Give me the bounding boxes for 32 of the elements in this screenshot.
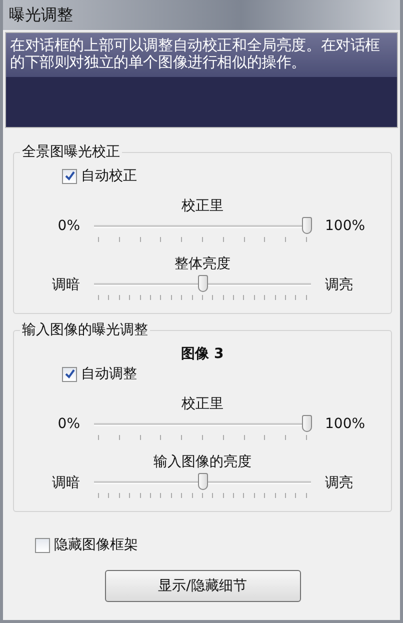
slider-label: 校正里 xyxy=(180,197,224,215)
slider-thumb[interactable] xyxy=(302,415,312,432)
slider-label: 输入图像的亮度 xyxy=(152,453,252,471)
slider-label: 校正里 xyxy=(180,395,224,413)
checkbox-label: 隐藏图像框架 xyxy=(54,536,138,554)
checkbox[interactable] xyxy=(62,168,77,184)
min-label: 调暗 xyxy=(51,474,81,492)
checkbox[interactable] xyxy=(62,366,77,382)
checkbox-label: 自动校正 xyxy=(81,167,137,185)
slider-track[interactable] xyxy=(94,415,311,441)
group-title: 输入图像的曝光调整 xyxy=(20,321,150,339)
max-label: 100% xyxy=(324,218,366,234)
slider-track[interactable] xyxy=(94,275,311,301)
group-title: 全景图曝光校正 xyxy=(20,143,122,161)
image-label: 图像 3 xyxy=(180,345,225,363)
min-label: 0% xyxy=(56,416,81,432)
max-label: 调亮 xyxy=(324,474,354,492)
description-text: 在对话框的上部可以调整自动校正和全局亮度。在对话框的下部则对独立的单个图像进行相似的操作。 xyxy=(6,33,397,77)
checkbox[interactable] xyxy=(35,538,50,552)
min-label: 调暗 xyxy=(51,276,81,294)
slider-label: 整体亮度 xyxy=(174,255,232,273)
slider-track[interactable] xyxy=(94,473,311,499)
checkbox-label: 自动调整 xyxy=(81,365,137,383)
slider-thumb[interactable] xyxy=(198,473,208,490)
details-button[interactable]: 显示/隐藏细节 xyxy=(104,570,300,602)
min-label: 0% xyxy=(56,218,81,234)
max-label: 调亮 xyxy=(324,276,354,294)
slider-thumb[interactable] xyxy=(302,217,312,234)
max-label: 100% xyxy=(324,416,366,432)
slider-thumb[interactable] xyxy=(198,275,208,292)
slider-track[interactable] xyxy=(94,217,311,243)
window-title: 曝光调整 xyxy=(9,4,73,26)
